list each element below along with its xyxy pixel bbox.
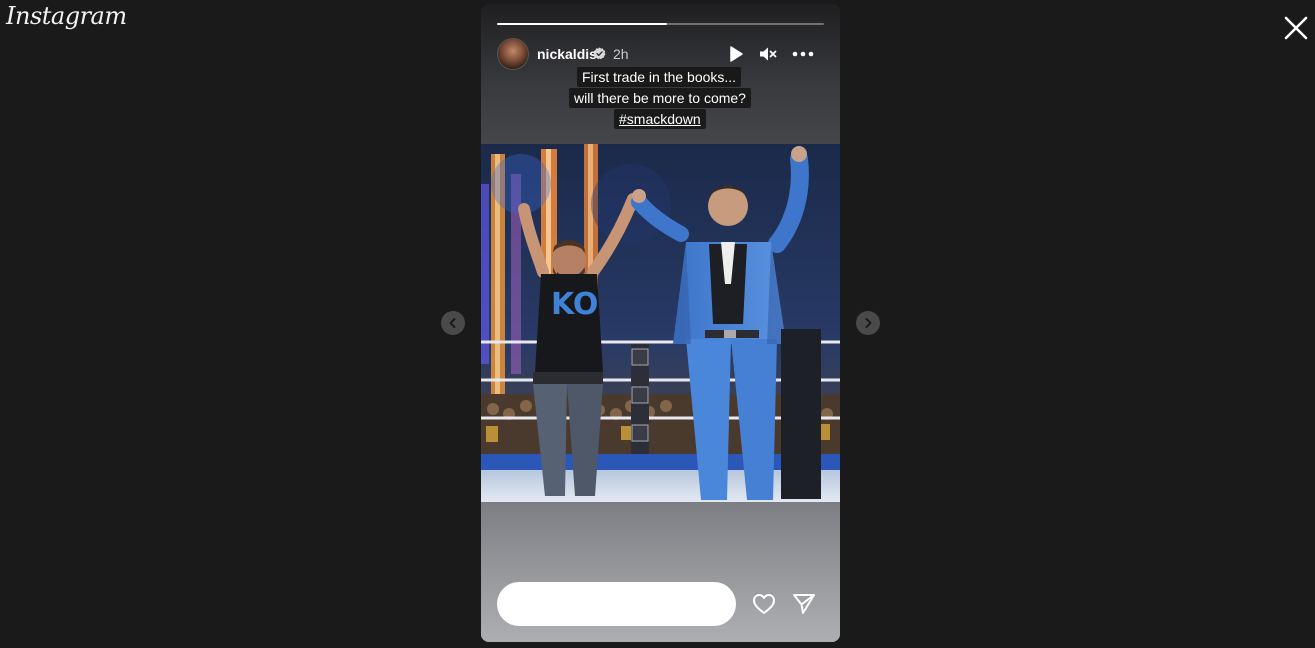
reply-input[interactable] [497, 582, 736, 626]
hashtag-link[interactable]: #smackdown [619, 111, 701, 127]
chevron-right-icon [865, 318, 872, 328]
muted-speaker-icon [760, 47, 777, 61]
caption-line-1: First trade in the books... [577, 67, 742, 87]
more-options-icon [792, 51, 814, 57]
chevron-left-icon [449, 318, 456, 328]
verified-badge-icon [593, 47, 606, 60]
story-progress-fill [497, 23, 668, 25]
send-icon [793, 594, 815, 614]
avatar[interactable] [497, 38, 529, 70]
instagram-logo[interactable]: Instagram [6, 2, 127, 30]
play-button[interactable] [726, 44, 746, 64]
story-viewer[interactable]: nickaldis 2h First trade in the books...… [481, 4, 840, 642]
close-icon [1284, 16, 1308, 40]
post-time: 2h [613, 46, 629, 62]
svg-text:KO: KO [551, 287, 598, 322]
heart-icon [753, 594, 775, 614]
caption-line-2: will there be more to come? [569, 88, 751, 108]
caption-hashtag-line: #smackdown [614, 109, 706, 129]
share-button[interactable] [792, 593, 816, 615]
author-username[interactable]: nickaldis [537, 46, 597, 62]
story-photo: KO [481, 144, 840, 502]
mute-button[interactable] [758, 44, 778, 64]
more-options-button[interactable] [792, 44, 814, 64]
close-button[interactable] [1283, 15, 1309, 41]
story-progress-bar [497, 23, 824, 25]
like-button[interactable] [752, 593, 776, 615]
previous-story-button[interactable] [441, 311, 465, 335]
play-icon [730, 46, 743, 62]
next-story-button[interactable] [856, 311, 880, 335]
